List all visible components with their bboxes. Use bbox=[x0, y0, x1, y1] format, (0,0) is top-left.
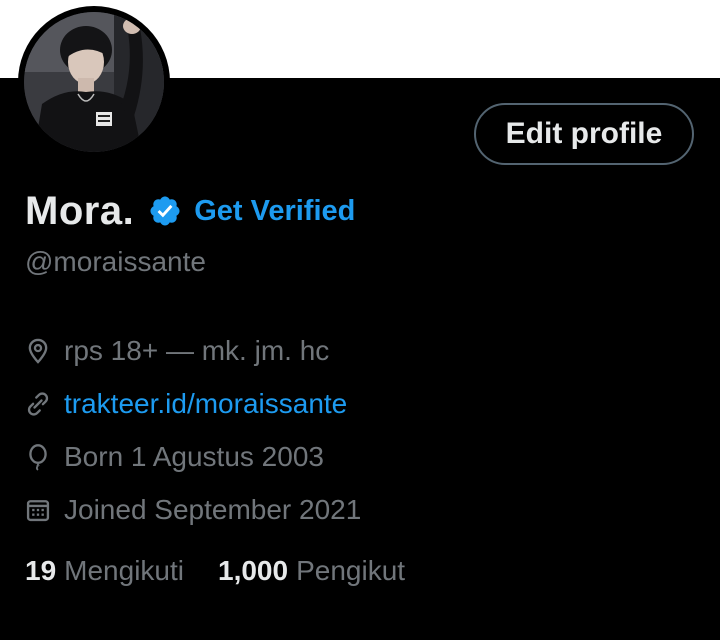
followers-label: Pengikut bbox=[296, 555, 406, 586]
birthday-row: Born 1 Agustus 2003 bbox=[24, 439, 324, 475]
avatar-photo bbox=[24, 12, 164, 152]
avatar[interactable] bbox=[24, 12, 164, 152]
profile-page: Edit profile Mora. Get Verified @moraiss… bbox=[0, 0, 720, 640]
get-verified-link[interactable]: Get Verified bbox=[194, 195, 355, 228]
joined-text: Joined September 2021 bbox=[64, 494, 362, 525]
link-icon bbox=[24, 390, 52, 418]
name-row: Mora. Get Verified bbox=[25, 186, 355, 236]
following-link[interactable]: 19 Mengikuti bbox=[25, 555, 184, 587]
verified-badge-icon[interactable] bbox=[148, 194, 182, 228]
location-text: rps 18+ — mk. jm. hc bbox=[64, 335, 330, 366]
follow-stats: 19 Mengikuti 1,000 Pengikut bbox=[25, 555, 405, 587]
following-count: 19 bbox=[25, 555, 57, 586]
display-name: Mora. bbox=[25, 188, 135, 233]
edit-profile-button[interactable]: Edit profile bbox=[474, 103, 694, 165]
website-link[interactable]: trakteer.id/moraissante bbox=[64, 388, 347, 420]
profile-handle: @moraissante bbox=[25, 246, 206, 277]
followers-count: 1,000 bbox=[218, 555, 289, 586]
birthday-text: Born 1 Agustus 2003 bbox=[64, 441, 324, 472]
location-pin-icon bbox=[24, 337, 52, 365]
joined-row: Joined September 2021 bbox=[24, 492, 361, 528]
following-label: Mengikuti bbox=[64, 555, 184, 586]
calendar-icon bbox=[24, 496, 52, 524]
location-row: rps 18+ — mk. jm. hc bbox=[24, 333, 329, 369]
website-row: trakteer.id/moraissante bbox=[24, 386, 347, 422]
balloon-icon bbox=[24, 443, 52, 471]
followers-link[interactable]: 1,000 Pengikut bbox=[218, 555, 405, 587]
